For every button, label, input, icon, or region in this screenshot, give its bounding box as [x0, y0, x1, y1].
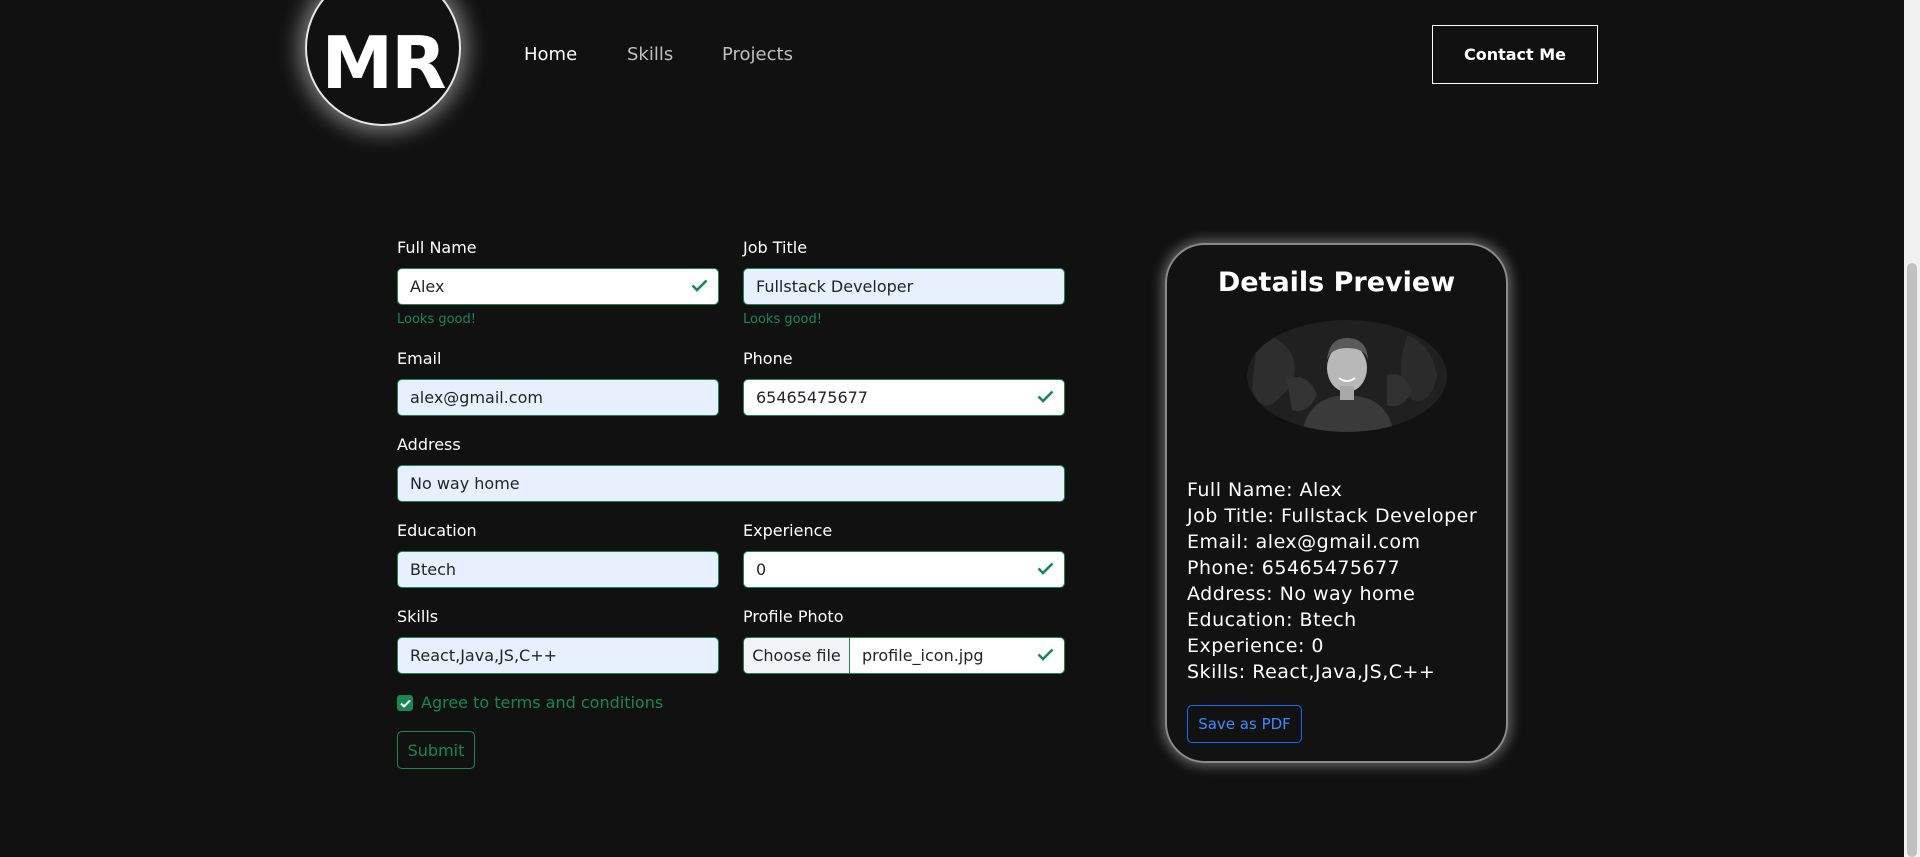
check-icon: [1037, 390, 1054, 403]
contact-me-button[interactable]: Contact Me: [1432, 25, 1598, 84]
nav-link-home[interactable]: Home: [524, 44, 577, 65]
logo[interactable]: MR: [305, 0, 461, 126]
skills-label: Skills: [397, 607, 439, 626]
full-name-label: Full Name: [397, 238, 477, 257]
email-label: Email: [397, 349, 442, 368]
full-name-valid-hint: Looks good!: [397, 312, 476, 327]
check-icon: [1037, 562, 1054, 575]
preview-job-title: Job Title: Fullstack Developer: [1187, 505, 1478, 527]
job-title-input[interactable]: Fullstack Developer: [743, 268, 1065, 305]
address-input[interactable]: No way home: [397, 465, 1065, 502]
choose-file-button[interactable]: Choose file: [744, 638, 850, 673]
preview-title: Details Preview: [1217, 267, 1456, 298]
submit-button[interactable]: Submit: [397, 731, 475, 769]
education-input[interactable]: Btech: [397, 551, 719, 588]
save-as-pdf-button[interactable]: Save as PDF: [1187, 705, 1302, 743]
nav-link-skills[interactable]: Skills: [627, 44, 673, 65]
experience-label: Experience: [743, 521, 833, 540]
experience-input[interactable]: 0: [743, 551, 1065, 588]
full-name-input[interactable]: Alex: [397, 268, 719, 305]
preview-experience: Experience: 0: [1187, 635, 1324, 657]
job-title-valid-hint: Looks good!: [743, 312, 822, 327]
checkmark-icon: [399, 699, 411, 708]
file-name: profile_icon.jpg: [862, 646, 984, 665]
check-icon: [691, 279, 708, 292]
preview-address: Address: No way home: [1187, 583, 1416, 605]
email-input[interactable]: alex@gmail.com: [397, 379, 719, 416]
scrollbar-thumb[interactable]: [1907, 263, 1917, 857]
skills-input[interactable]: React,Java,JS,C++: [397, 637, 719, 674]
scrollbar[interactable]: [1904, 0, 1920, 857]
preview-email: Email: alex@gmail.com: [1187, 531, 1421, 553]
agree-checkbox[interactable]: [397, 695, 413, 711]
preview-details: Full Name: Alex Job Title: Fullstack Dev…: [1187, 477, 1477, 685]
check-icon: [1037, 648, 1054, 661]
preview-education: Education: Btech: [1187, 609, 1357, 631]
profile-photo-preview: [1247, 320, 1447, 432]
education-label: Education: [397, 521, 477, 540]
preview-full-name: Full Name: Alex: [1187, 479, 1343, 501]
address-label: Address: [397, 435, 461, 454]
job-title-label: Job Title: [743, 238, 808, 257]
profile-photo-file-input[interactable]: Choose file profile_icon.jpg: [743, 637, 1065, 674]
preview-skills: Skills: React,Java,JS,C++: [1187, 661, 1436, 683]
person-photo-icon: [1247, 320, 1447, 432]
nav-link-projects[interactable]: Projects: [722, 44, 793, 65]
phone-input[interactable]: 65465475677: [743, 379, 1065, 416]
details-preview-card: Details Preview Full Name: Alex Job Titl…: [1165, 243, 1508, 763]
preview-phone: Phone: 65465475677: [1187, 557, 1401, 579]
phone-label: Phone: [743, 349, 793, 368]
logo-text: MR: [321, 21, 446, 105]
agree-label[interactable]: Agree to terms and conditions: [421, 693, 663, 712]
profile-photo-label: Profile Photo: [743, 607, 844, 626]
